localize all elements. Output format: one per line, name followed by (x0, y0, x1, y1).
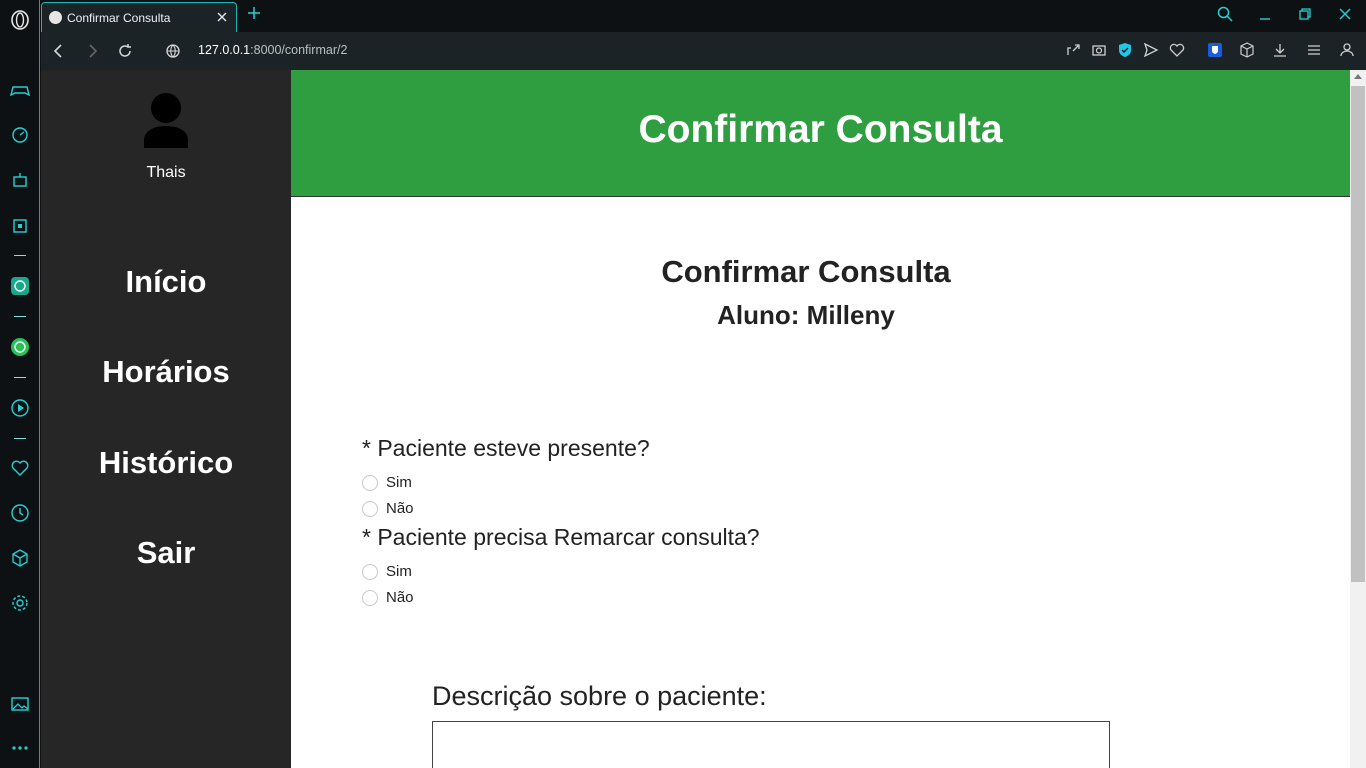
web-page: Thais Início Horários Histórico Sair Con… (41, 70, 1350, 768)
browser-tab[interactable]: Confirmar Consulta (41, 2, 237, 32)
app-sidebar: Thais Início Horários Histórico Sair (41, 70, 291, 768)
opera-logo-icon[interactable] (10, 10, 30, 30)
adblock-shield-icon[interactable] (1117, 42, 1133, 58)
more-dots-icon[interactable] (10, 738, 30, 758)
sidebar-item-historico[interactable]: Histórico (41, 445, 291, 481)
site-info-globe-icon[interactable] (164, 42, 182, 60)
description-label: Descrição sobre o paciente: (432, 681, 767, 711)
sidebar-item-horarios[interactable]: Horários (41, 354, 291, 390)
address-bar-row: 127.0.0.1:8000/confirmar/2 (41, 32, 1366, 70)
presence-option-nao[interactable]: Não (362, 500, 414, 517)
tab-strip: Confirmar Consulta (41, 0, 1366, 32)
bookmark-heart-icon[interactable] (1169, 42, 1185, 58)
robot-icon[interactable] (10, 170, 30, 190)
reschedule-option-sim[interactable]: Sim (362, 563, 412, 580)
tab-title: Confirmar Consulta (67, 10, 171, 25)
cpu-icon[interactable] (10, 216, 30, 236)
reload-icon[interactable] (116, 42, 134, 60)
option-label: Sim (386, 474, 412, 491)
student-name: Aluno: Milleny (717, 300, 895, 330)
back-icon[interactable] (50, 42, 68, 60)
new-tab-plus-icon[interactable] (245, 4, 263, 22)
browser-sidebar (0, 0, 40, 768)
page-scrollbar[interactable] (1350, 70, 1366, 768)
restore-icon[interactable] (1296, 5, 1314, 23)
form-title: Confirmar Consulta (661, 254, 951, 289)
player-icon[interactable] (10, 398, 30, 418)
scroll-up-arrow-icon[interactable] (1354, 74, 1362, 79)
rail-separator (14, 316, 26, 317)
sidebar-item-inicio[interactable]: Início (41, 264, 291, 300)
extensions-cube-icon[interactable] (1239, 42, 1255, 58)
globe-favicon-icon (49, 11, 62, 24)
url-text[interactable]: 127.0.0.1:8000/confirmar/2 (198, 43, 347, 57)
camera-snapshot-icon[interactable] (1091, 42, 1107, 58)
bitwarden-icon[interactable] (1207, 42, 1223, 58)
speedometer-icon[interactable] (10, 125, 30, 145)
cube-icon[interactable] (10, 548, 30, 568)
radio-button[interactable] (362, 589, 378, 606)
gamepad-icon[interactable] (10, 80, 30, 100)
reschedule-option-nao[interactable]: Não (362, 589, 414, 606)
username-label: Thais (146, 164, 186, 181)
user-avatar-icon (141, 92, 191, 148)
settings-gear-icon[interactable] (10, 593, 30, 613)
url-host: 127.0.0.1 (198, 43, 251, 57)
minimize-icon[interactable] (1256, 5, 1274, 23)
url-path: :8000/confirmar/2 (250, 43, 348, 57)
question-presence: * Paciente esteve presente? (362, 435, 650, 461)
forward-icon[interactable] (83, 42, 101, 60)
close-window-icon[interactable] (1336, 5, 1354, 23)
question-reschedule: * Paciente precisa Remarcar consulta? (362, 524, 760, 550)
radio-button[interactable] (362, 474, 378, 491)
share-icon[interactable] (1065, 42, 1081, 58)
option-label: Sim (386, 563, 412, 580)
page-header: Confirmar Consulta (291, 70, 1350, 197)
download-icon[interactable] (1272, 42, 1288, 58)
close-tab-icon[interactable] (214, 9, 230, 25)
history-clock-icon[interactable] (10, 503, 30, 523)
search-icon[interactable] (1216, 5, 1234, 23)
presence-option-sim[interactable]: Sim (362, 474, 412, 491)
easy-setup-icon[interactable] (1306, 42, 1322, 58)
image-gallery-icon[interactable] (10, 694, 30, 714)
chatgpt-icon[interactable] (10, 276, 30, 296)
description-textarea[interactable] (432, 721, 1110, 768)
sidebar-item-sair[interactable]: Sair (41, 535, 291, 571)
scrollbar-thumb[interactable] (1351, 86, 1365, 582)
option-label: Não (386, 500, 414, 517)
header-title: Confirmar Consulta (638, 108, 1003, 151)
radio-button[interactable] (362, 563, 378, 580)
profile-icon[interactable] (1339, 42, 1355, 58)
radio-button[interactable] (362, 500, 378, 517)
heart-icon[interactable] (10, 458, 30, 478)
rail-separator (14, 255, 26, 256)
send-icon[interactable] (1143, 42, 1159, 58)
rail-separator (14, 438, 26, 439)
rail-separator (14, 377, 26, 378)
option-label: Não (386, 589, 414, 606)
whatsapp-icon[interactable] (10, 337, 30, 357)
